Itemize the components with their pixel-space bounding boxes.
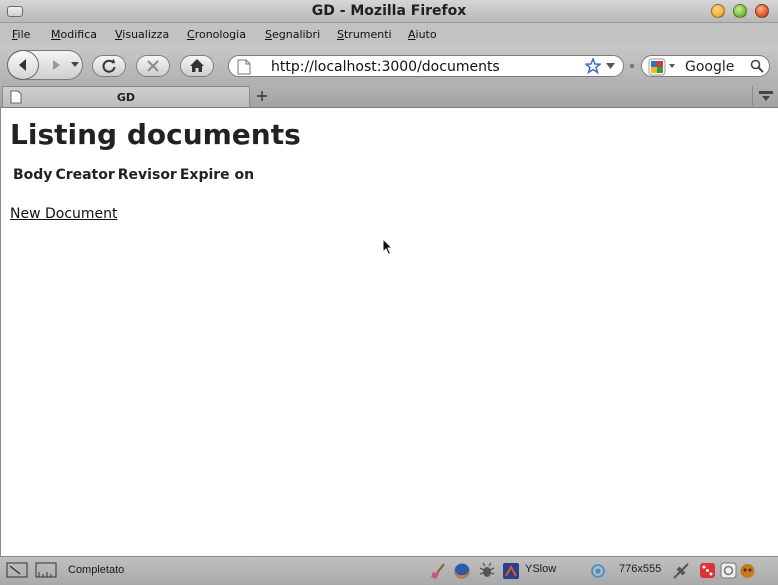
history-dropdown-button[interactable] (70, 60, 80, 70)
minimize-button[interactable] (711, 4, 725, 18)
dice-icon[interactable] (699, 562, 716, 579)
title-bar: GD - Mozilla Firefox (0, 0, 778, 23)
reload-icon (102, 59, 116, 73)
web-developer-icon[interactable] (589, 562, 607, 580)
search-engine-dropdown-icon[interactable] (669, 64, 675, 69)
yslow-label[interactable]: YSlow (525, 563, 556, 575)
satellite-icon[interactable] (672, 562, 692, 580)
list-all-tabs-button[interactable] (752, 86, 778, 106)
bug-icon[interactable] (478, 562, 496, 580)
page-content: Listing documents Body Creator Revisor E… (0, 108, 778, 556)
menu-strumenti[interactable]: Strumenti (337, 28, 392, 41)
reload-button[interactable] (92, 55, 126, 77)
status-text: Completato (68, 564, 125, 576)
forward-button[interactable] (46, 57, 66, 73)
search-icon[interactable] (750, 59, 764, 73)
url-text[interactable]: http://localhost:3000/documents (271, 59, 500, 75)
chevron-down-icon (71, 62, 79, 67)
yslow-icon[interactable] (502, 562, 520, 580)
inspect-tool-icon[interactable] (6, 562, 28, 578)
toolbar-separator (630, 64, 634, 68)
close-button[interactable] (755, 4, 769, 18)
menu-segnalibri[interactable]: Segnalibri (265, 28, 320, 41)
broom-icon[interactable] (430, 562, 448, 580)
back-arrow-icon (19, 59, 26, 71)
url-bar[interactable]: http://localhost:3000/documents (228, 55, 624, 77)
page-title: Listing documents (10, 118, 301, 151)
window-title: GD - Mozilla Firefox (311, 3, 467, 19)
tab-bar: GD (0, 85, 778, 108)
firefox-icon[interactable] (453, 562, 471, 580)
bookmark-star-icon[interactable] (585, 58, 601, 74)
stop-button[interactable] (136, 55, 170, 77)
column-header-body: Body (13, 167, 53, 183)
menu-modifica[interactable]: Modifica (51, 28, 97, 41)
menu-visualizza[interactable]: Visualizza (115, 28, 169, 41)
url-dropdown-icon[interactable] (606, 63, 615, 70)
column-header-creator: Creator (55, 167, 115, 183)
menu-cronologia[interactable]: Cronologia (187, 28, 246, 41)
page-icon (237, 59, 251, 75)
tab-label: GD (116, 91, 136, 104)
stop-icon (147, 60, 159, 72)
greasemonkey-icon[interactable] (739, 562, 756, 579)
new-tab-button[interactable] (253, 87, 271, 105)
window-size-label: 776x555 (619, 563, 662, 575)
addon-icon[interactable] (720, 562, 737, 579)
column-header-revisor: Revisor (117, 167, 177, 183)
back-button[interactable] (7, 50, 39, 80)
search-input[interactable]: Google (685, 59, 734, 75)
column-header-expire-on: Expire on (179, 167, 255, 183)
mouse-pointer-icon (382, 238, 394, 256)
tab-list-icon (759, 91, 773, 101)
menu-aiuto[interactable]: Aiuto (408, 28, 437, 41)
tab-gd[interactable]: GD (2, 86, 250, 107)
plus-icon (257, 91, 267, 101)
maximize-button[interactable] (733, 4, 747, 18)
browser-window: GD - Mozilla Firefox File Modifica Visua… (0, 0, 778, 585)
new-document-link[interactable]: New Document (10, 206, 118, 222)
menu-bar: File Modifica Visualizza Cronologia Segn… (0, 23, 778, 45)
status-bar: Completato YSlow 776x555 (0, 556, 778, 585)
documents-table: Body Creator Revisor Expire on (10, 164, 257, 186)
google-icon[interactable] (648, 58, 666, 76)
menu-file[interactable]: File (12, 28, 30, 41)
table-header-row: Body Creator Revisor Expire on (13, 167, 254, 183)
search-bar[interactable]: Google (641, 55, 770, 77)
back-forward-group (7, 50, 83, 80)
ruler-icon[interactable] (35, 562, 57, 578)
home-icon (190, 59, 204, 72)
home-button[interactable] (180, 55, 214, 77)
forward-arrow-icon (53, 60, 60, 70)
navigation-toolbar: http://localhost:3000/documents Google (0, 45, 778, 85)
